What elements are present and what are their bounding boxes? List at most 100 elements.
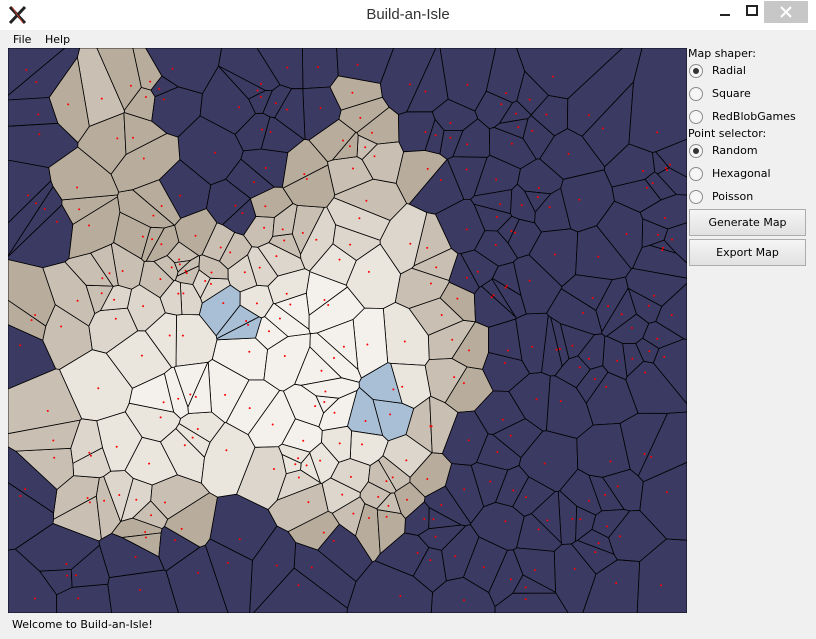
site-point — [647, 304, 650, 307]
site-point — [607, 305, 610, 308]
radio-label: Poisson — [712, 190, 754, 203]
close-button[interactable] — [764, 1, 808, 23]
site-point — [528, 98, 531, 101]
site-point — [663, 355, 666, 358]
site-point — [604, 493, 607, 496]
radio-label: Hexagonal — [712, 167, 771, 180]
site-point — [504, 520, 507, 523]
site-point — [546, 519, 549, 522]
site-point — [615, 582, 618, 584]
site-point — [171, 67, 174, 70]
radio-label: Random — [712, 144, 758, 157]
radio-square[interactable]: Square — [689, 85, 809, 103]
site-point — [116, 137, 119, 140]
site-point — [327, 304, 330, 306]
site-point — [537, 186, 540, 189]
radio-hexagonal[interactable]: Hexagonal — [689, 165, 809, 183]
radio-random[interactable]: Random — [689, 142, 809, 160]
site-point — [310, 566, 313, 569]
site-point — [273, 468, 275, 470]
site-point — [86, 497, 89, 499]
site-point — [89, 454, 92, 457]
site-point — [259, 95, 262, 98]
site-point — [358, 217, 361, 220]
site-point — [115, 445, 118, 448]
site-point — [406, 498, 408, 501]
site-point — [454, 555, 457, 558]
site-point — [389, 413, 392, 416]
site-point — [440, 314, 443, 316]
site-point — [225, 449, 228, 452]
site-point — [392, 388, 395, 391]
site-point — [305, 178, 308, 180]
site-point — [434, 535, 437, 538]
radio-button-icon — [689, 190, 703, 204]
radio-redblobgames[interactable]: RedBlobGames — [689, 108, 809, 126]
menu-file[interactable]: File — [13, 33, 31, 46]
site-point — [449, 136, 452, 139]
site-point — [307, 501, 310, 504]
site-point — [285, 292, 288, 295]
site-point — [286, 66, 289, 69]
site-point — [494, 244, 497, 246]
site-point — [247, 323, 250, 326]
site-point — [553, 253, 556, 256]
site-point — [301, 231, 304, 234]
site-point — [158, 87, 161, 90]
site-point — [644, 371, 647, 374]
site-point — [129, 84, 132, 87]
site-point — [571, 344, 574, 347]
radio-label: Radial — [712, 64, 746, 77]
site-point — [631, 327, 633, 329]
site-point — [151, 238, 154, 241]
site-point — [567, 152, 570, 155]
site-point — [495, 216, 498, 218]
site-point — [19, 495, 22, 497]
site-point — [645, 186, 648, 189]
site-point — [144, 531, 147, 533]
site-point — [587, 114, 590, 117]
generate-map-button[interactable]: Generate Map — [689, 209, 806, 236]
site-point — [100, 292, 103, 295]
site-point — [314, 405, 317, 408]
site-point — [495, 178, 498, 181]
site-point — [214, 151, 217, 154]
radio-label: Square — [712, 87, 751, 100]
site-point — [663, 217, 666, 219]
site-point — [185, 272, 188, 275]
site-point — [134, 556, 137, 559]
site-point — [149, 80, 152, 83]
site-point — [100, 97, 103, 100]
minimize-button[interactable] — [710, 1, 740, 23]
site-point — [76, 186, 79, 189]
site-point — [179, 194, 182, 197]
site-point — [181, 334, 184, 337]
site-point — [341, 493, 344, 496]
site-point — [177, 292, 180, 295]
site-point — [332, 539, 335, 542]
site-point — [275, 255, 278, 258]
map-canvas[interactable] — [8, 48, 687, 613]
export-map-button[interactable]: Export Map — [689, 239, 806, 266]
site-point — [178, 258, 181, 261]
site-point — [113, 298, 116, 301]
site-point — [204, 280, 207, 282]
site-point — [164, 501, 166, 504]
site-point — [657, 233, 660, 236]
site-point — [170, 266, 173, 269]
maximize-button[interactable] — [738, 1, 766, 23]
site-point — [552, 75, 554, 78]
site-point — [53, 456, 56, 459]
site-point — [278, 317, 281, 320]
menu-help[interactable]: Help — [45, 33, 70, 46]
site-point — [243, 271, 246, 274]
site-point — [342, 139, 344, 142]
radio-poisson[interactable]: Poisson — [689, 188, 809, 206]
radio-radial[interactable]: Radial — [689, 62, 809, 80]
site-point — [67, 103, 70, 106]
site-point — [385, 480, 388, 483]
site-point — [609, 460, 612, 463]
site-point — [496, 450, 499, 453]
site-point — [660, 584, 663, 587]
site-point — [509, 434, 512, 437]
